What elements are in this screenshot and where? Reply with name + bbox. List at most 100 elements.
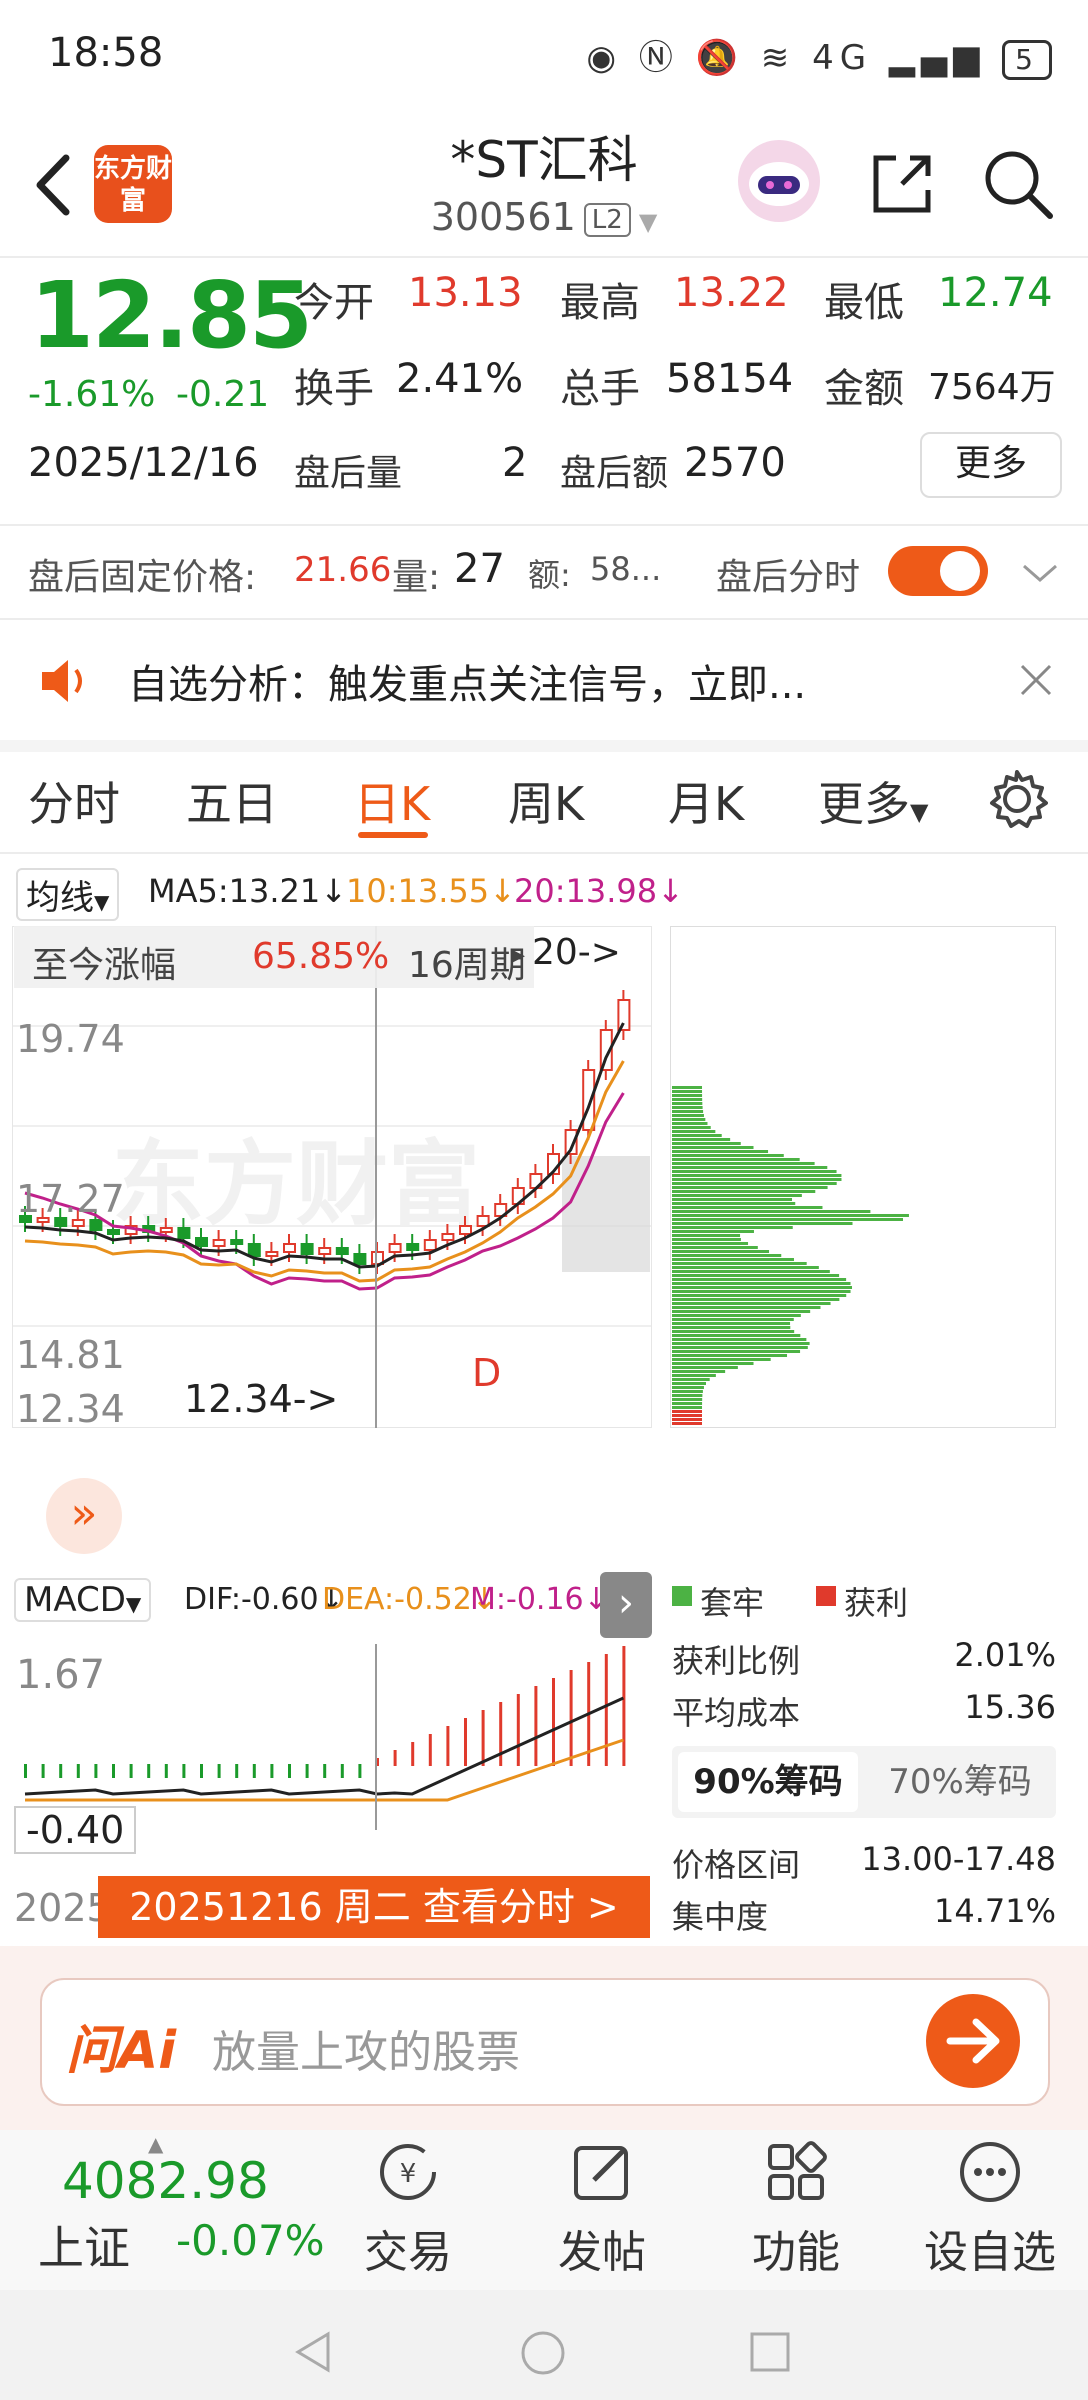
turnover-value: 2.41% xyxy=(396,356,524,402)
expand-icon[interactable]: » xyxy=(46,1478,122,1554)
low-label: 最低 xyxy=(824,280,904,326)
chip-bar xyxy=(672,1346,808,1349)
low-marker: 12.34-> xyxy=(184,1377,338,1421)
nav-functions[interactable]: 功能 xyxy=(706,2130,886,2290)
chip-bar xyxy=(672,1250,770,1253)
tab-five-day[interactable]: 五日 xyxy=(186,768,278,834)
chip-bar xyxy=(672,1302,831,1305)
share-icon[interactable] xyxy=(866,148,938,220)
ai-search-input[interactable]: 问Ai 放量上攻的股票 xyxy=(40,1978,1050,2106)
chip-bar xyxy=(672,1210,871,1213)
nav-functions-label: 功能 xyxy=(752,2227,840,2278)
nav-trade[interactable]: ¥ 交易 xyxy=(318,2130,498,2290)
ah-volume-value: 2 xyxy=(502,440,528,486)
qty-label: 量: xyxy=(392,557,441,598)
macd-selector[interactable]: MACD▼ xyxy=(14,1578,152,1622)
chip-bar xyxy=(672,1126,711,1129)
macd-bar xyxy=(270,1764,274,1778)
d-marker: D xyxy=(472,1351,501,1395)
nav-watchlist-settings[interactable]: 设自选 xyxy=(900,2130,1080,2290)
nav-post[interactable]: 发帖 xyxy=(512,2130,692,2290)
tab-daily-k[interactable]: 日K xyxy=(354,768,430,834)
candle-body xyxy=(476,1215,490,1227)
macd-bar xyxy=(200,1764,203,1778)
recents-square-icon[interactable] xyxy=(748,2330,792,2374)
tab-chip-70[interactable]: 70%筹码 xyxy=(870,1752,1050,1812)
candle-body xyxy=(300,1243,314,1255)
candle-body xyxy=(283,1243,296,1253)
tab-intraday[interactable]: 分时 xyxy=(28,768,120,834)
chip-bar xyxy=(672,1118,706,1121)
chip-bar xyxy=(672,1298,840,1301)
chip-bar xyxy=(672,1198,793,1201)
ai-assistant-avatar[interactable] xyxy=(738,140,820,222)
ma-selector[interactable]: 均线▼ xyxy=(16,868,120,921)
turnover-label: 换手 xyxy=(294,366,374,412)
legend-profit: 获利 xyxy=(844,1584,909,1622)
ai-submit-button[interactable] xyxy=(926,1994,1020,2088)
index-name: 上证 xyxy=(38,2221,130,2275)
macd-bar xyxy=(288,1764,291,1778)
legend-trapped: 套牢 xyxy=(700,1584,765,1622)
macd-bar xyxy=(358,1764,362,1778)
notice-banner[interactable]: 自选分析：触发重点关注信号，立即... xyxy=(0,618,1088,752)
chip-bar xyxy=(672,1318,794,1321)
chip-bar xyxy=(672,1390,703,1393)
ma5-value: MA5:13.21↓ xyxy=(148,872,348,910)
chip-bars xyxy=(672,1086,909,1425)
chevron-right-icon[interactable]: › xyxy=(600,1572,652,1638)
tab-weekly-k[interactable]: 周K xyxy=(508,768,584,834)
y-label-1: 19.74 xyxy=(16,1017,125,1061)
tab-chip-90[interactable]: 90%筹码 xyxy=(678,1752,858,1812)
ah-amount-value: 2570 xyxy=(684,440,786,486)
chip-bar xyxy=(672,1342,810,1345)
macd-top-label: 1.67 xyxy=(16,1652,105,1698)
chip-bar xyxy=(672,1254,782,1257)
period-label: 16周期 xyxy=(408,945,526,986)
index-value[interactable]: 4082.98 xyxy=(62,2152,269,2210)
back-triangle-icon[interactable] xyxy=(292,2330,336,2374)
candle-body xyxy=(423,1239,437,1251)
chip-bar xyxy=(672,1270,830,1273)
chip-bar xyxy=(672,1314,801,1317)
status-icons: ◉ Ⓝ 🔕 ≋ 4G ▂▄▆ 5 xyxy=(586,30,1052,80)
chip-bar xyxy=(672,1206,823,1209)
candle-body xyxy=(89,1219,103,1231)
chip-bar xyxy=(672,1230,754,1233)
chip-distribution xyxy=(670,926,1056,1428)
gain-box[interactable]: 至今涨幅 65.85% 16周期 ▸ xyxy=(14,926,534,988)
more-button[interactable]: 更多 xyxy=(920,432,1062,498)
chip-bar xyxy=(672,1090,703,1093)
macd-bar xyxy=(94,1764,98,1778)
chip-bar xyxy=(672,1422,703,1425)
intraday-label: 盘后分时 xyxy=(716,557,861,598)
tab-more[interactable]: 更多▼ xyxy=(818,768,928,834)
close-icon[interactable] xyxy=(1018,662,1054,698)
tab-monthly-k[interactable]: 月K xyxy=(668,768,744,834)
chip-bar xyxy=(672,1354,788,1357)
y-label-3: 14.81 xyxy=(16,1333,125,1377)
macd-bar xyxy=(217,1764,221,1778)
ma10-value: 10:13.55↓ xyxy=(346,872,516,910)
candlestick-chart[interactable]: 东方财富 19.74 17.27 14.81 12.34 12.34-> 20-… xyxy=(12,926,652,1428)
home-circle-icon[interactable] xyxy=(520,2330,566,2376)
chip-bar xyxy=(672,1122,708,1125)
bottom-nav: ▲ 4082.98 上证 -0.07% ¥ 交易 发帖 功能 设自选 xyxy=(0,2130,1088,2290)
chip-bar xyxy=(672,1402,703,1405)
view-intraday-banner[interactable]: 20251216 周二 查看分时 > xyxy=(98,1876,650,1938)
candle-body xyxy=(617,999,631,1031)
macd-bottom-label: -0.40 xyxy=(14,1806,137,1854)
date-left-label: 2025 xyxy=(14,1886,111,1930)
concentration-label: 集中度 xyxy=(672,1898,769,1936)
amount-value: 7564万 xyxy=(928,367,1056,408)
kline-chart-area[interactable]: 均线▼ MA5:13.21↓ 10:13.55↓ 20:13.98↓ 东方财富 … xyxy=(0,856,1088,1946)
settings-gear-icon[interactable] xyxy=(986,768,1048,830)
search-icon[interactable] xyxy=(980,146,1056,222)
chip-bar xyxy=(672,1106,703,1109)
macd-bar xyxy=(235,1764,239,1778)
svg-text:¥: ¥ xyxy=(400,2159,417,2189)
chip-bar xyxy=(672,1170,837,1173)
candle-body xyxy=(195,1237,208,1247)
chevron-down-icon[interactable] xyxy=(1020,558,1060,588)
wifi-icon: ≋ xyxy=(760,38,796,78)
